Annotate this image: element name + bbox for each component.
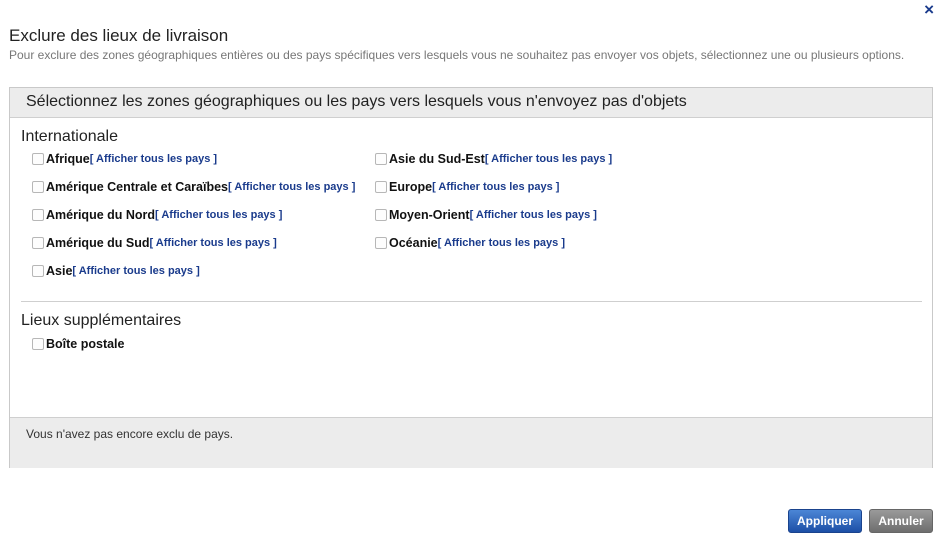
exclude-locations-dialog: × Exclure des lieux de livraison Pour ex…	[0, 0, 943, 551]
show-all-countries-link-europe[interactable]: [ Afficher tous les pays ]	[432, 181, 559, 193]
close-icon[interactable]: ×	[924, 1, 934, 18]
checkbox-moyen-orient[interactable]	[375, 209, 387, 221]
region-option-oceanie[interactable]: Océanie [ Afficher tous les pays ]	[375, 236, 565, 250]
apply-button[interactable]: Appliquer	[788, 509, 862, 533]
checkbox-asie[interactable]	[32, 265, 44, 277]
show-all-countries-link-asie[interactable]: [ Afficher tous les pays ]	[72, 265, 199, 277]
region-label: Asie	[46, 264, 73, 278]
region-label: Europe	[389, 180, 433, 194]
option-label: Boîte postale	[46, 337, 125, 351]
region-option-afrique[interactable]: Afrique [ Afficher tous les pays ]	[32, 152, 217, 166]
region-option-asie-sud-est[interactable]: Asie du Sud-Est [ Afficher tous les pays…	[375, 152, 612, 166]
region-label: Océanie	[389, 236, 438, 250]
region-option-amerique-nord[interactable]: Amérique du Nord [ Afficher tous les pay…	[32, 208, 282, 222]
international-section-label: Internationale	[21, 128, 118, 145]
show-all-countries-link-asie-sud-est[interactable]: [ Afficher tous les pays ]	[485, 153, 612, 165]
exclusion-status-area: Vous n'avez pas encore exclu de pays.	[10, 417, 932, 468]
checkbox-amerique-centrale[interactable]	[32, 181, 44, 193]
exclusion-status-text: Vous n'avez pas encore exclu de pays.	[26, 427, 234, 441]
checkbox-amerique-sud[interactable]	[32, 237, 44, 249]
checkbox-asie-sud-est[interactable]	[375, 153, 387, 165]
region-option-amerique-sud[interactable]: Amérique du Sud [ Afficher tous les pays…	[32, 236, 277, 250]
checkbox-boite-postale[interactable]	[32, 338, 44, 350]
checkbox-europe[interactable]	[375, 181, 387, 193]
selection-panel: Sélectionnez les zones géographiques ou …	[9, 87, 933, 468]
dialog-subtitle: Pour exclure des zones géographiques ent…	[9, 48, 905, 62]
show-all-countries-link-afrique[interactable]: [ Afficher tous les pays ]	[90, 153, 217, 165]
panel-heading: Sélectionnez les zones géographiques ou …	[10, 88, 932, 118]
show-all-countries-link-amerique-sud[interactable]: [ Afficher tous les pays ]	[149, 237, 276, 249]
show-all-countries-link-amerique-nord[interactable]: [ Afficher tous les pays ]	[155, 209, 282, 221]
show-all-countries-link-moyen-orient[interactable]: [ Afficher tous les pays ]	[470, 209, 597, 221]
region-label: Moyen-Orient	[389, 208, 470, 222]
region-option-amerique-centrale[interactable]: Amérique Centrale et Caraïbes [ Afficher…	[32, 180, 355, 194]
region-option-asie[interactable]: Asie [ Afficher tous les pays ]	[32, 264, 200, 278]
region-label: Amérique du Sud	[46, 236, 150, 250]
checkbox-oceanie[interactable]	[375, 237, 387, 249]
option-boite-postale[interactable]: Boîte postale	[32, 337, 125, 351]
additional-section-label: Lieux supplémentaires	[21, 312, 182, 329]
region-label: Amérique du Nord	[46, 208, 156, 222]
show-all-countries-link-amerique-centrale[interactable]: [ Afficher tous les pays ]	[228, 181, 355, 193]
section-divider	[21, 301, 922, 302]
show-all-countries-link-oceanie[interactable]: [ Afficher tous les pays ]	[438, 237, 565, 249]
region-option-moyen-orient[interactable]: Moyen-Orient [ Afficher tous les pays ]	[375, 208, 597, 222]
region-label: Asie du Sud-Est	[389, 152, 485, 166]
checkbox-afrique[interactable]	[32, 153, 44, 165]
region-label: Afrique	[46, 152, 90, 166]
cancel-button[interactable]: Annuler	[869, 509, 933, 533]
region-label: Amérique Centrale et Caraïbes	[46, 180, 229, 194]
region-option-europe[interactable]: Europe [ Afficher tous les pays ]	[375, 180, 559, 194]
checkbox-amerique-nord[interactable]	[32, 209, 44, 221]
dialog-title: Exclure des lieux de livraison	[9, 26, 229, 45]
